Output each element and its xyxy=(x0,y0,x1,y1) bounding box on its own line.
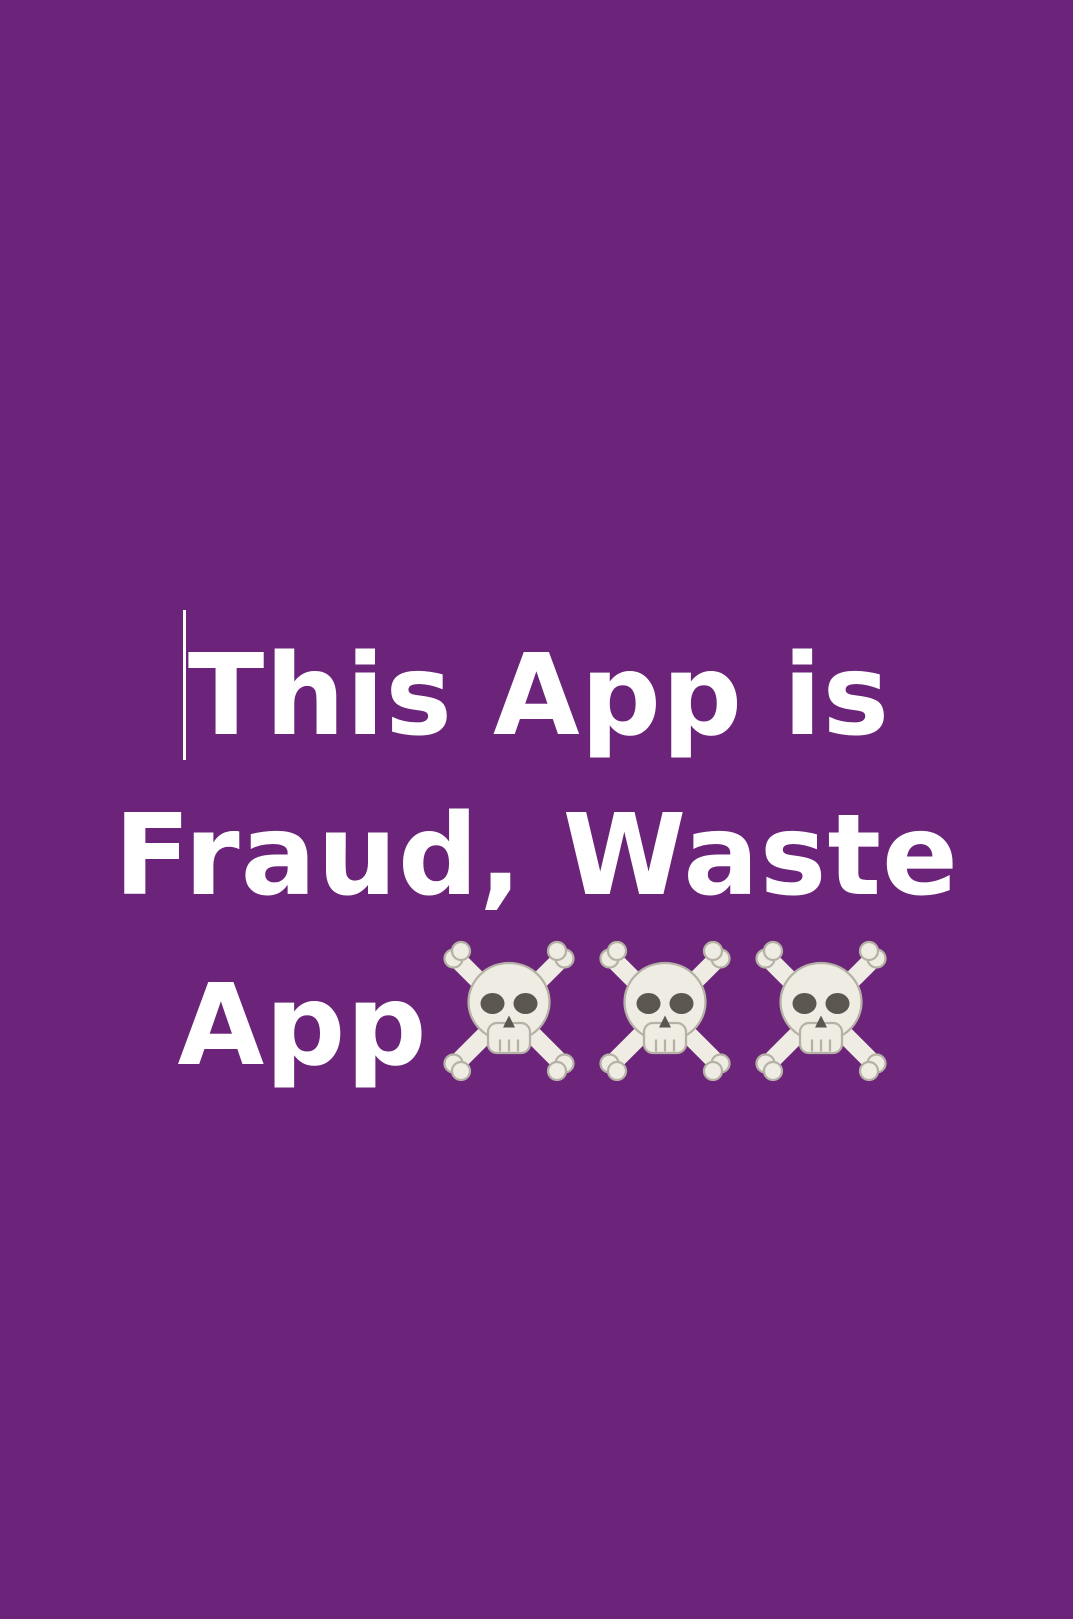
skull-and-crossbones-icon xyxy=(598,940,731,1082)
skull-emoji-group xyxy=(434,936,896,1086)
text-canvas[interactable]: This App is Fraud, Waste App xyxy=(0,0,1073,1619)
text-line-1: This App is xyxy=(90,610,983,776)
skull-and-crossbones-icon xyxy=(442,940,575,1082)
text-line-3-content: App xyxy=(177,961,428,1091)
text-cursor xyxy=(182,610,186,760)
text-line-1-content: This App is xyxy=(187,631,891,761)
skull-and-crossbones-icon xyxy=(754,940,887,1082)
editable-text[interactable]: This App is Fraud, Waste App xyxy=(90,610,983,1106)
text-line-3: App xyxy=(90,936,983,1106)
text-line-2: Fraud, Waste xyxy=(114,791,959,921)
